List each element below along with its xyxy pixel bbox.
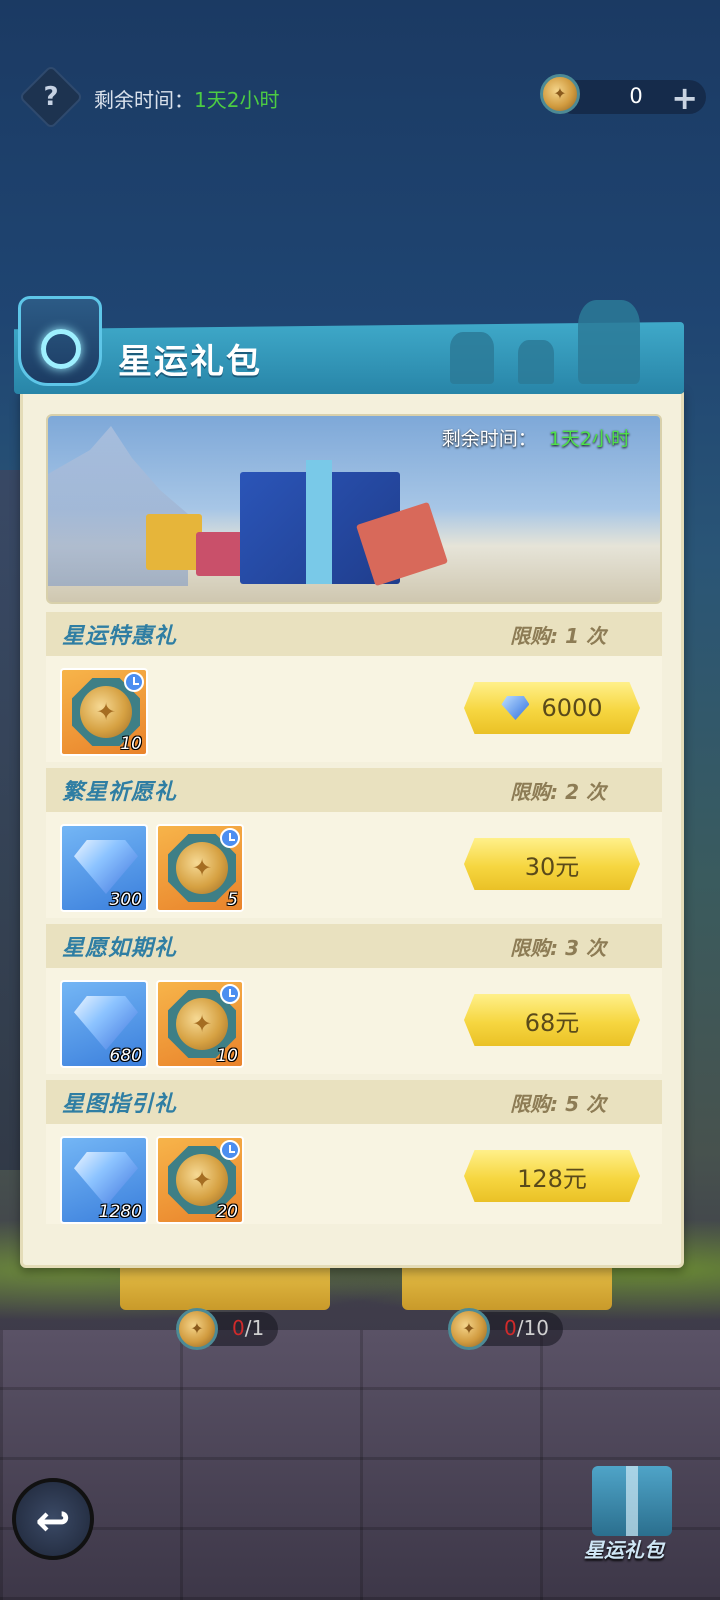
- pack-header: 星运特惠礼 限购: 1 次: [46, 612, 662, 656]
- pack-name: 繁星祈愿礼: [62, 780, 178, 805]
- remaining-time-label: 剩余时间：: [94, 88, 194, 112]
- remaining-time: 剩余时间：1天2小时: [94, 84, 279, 113]
- header-character-silhouettes: [440, 296, 670, 384]
- buy-button[interactable]: 68元: [464, 994, 640, 1046]
- pack-row: 星运特惠礼 限购: 1 次 10 6000: [46, 612, 662, 762]
- pack-header: 繁星祈愿礼 限购: 2 次: [46, 768, 662, 812]
- panel-emblem-icon: [18, 296, 102, 386]
- reward-item-star-token[interactable]: 10: [60, 668, 148, 756]
- progress-max: /10: [516, 1316, 549, 1340]
- pack-limit: 限购: 1 次: [510, 623, 606, 648]
- item-quantity: 1280: [98, 1202, 142, 1222]
- buy-price: 30元: [524, 852, 580, 881]
- pack-name: 星愿如期礼: [62, 936, 178, 961]
- pack-name: 星图指引礼: [62, 1092, 178, 1117]
- buy-button[interactable]: 30元: [464, 838, 640, 890]
- star-token-icon: [448, 1308, 490, 1350]
- help-button[interactable]: ?: [18, 64, 84, 130]
- progress-current: 0: [232, 1316, 245, 1340]
- pack-row: 星图指引礼 限购: 5 次 1280 20 128元: [46, 1080, 662, 1224]
- pack-limit: 限购: 2 次: [510, 779, 606, 804]
- star-token-icon: [540, 74, 580, 114]
- buy-price: 128元: [517, 1164, 587, 1193]
- reward-item-diamond[interactable]: 1280: [60, 1136, 148, 1224]
- item-quantity: 20: [216, 1202, 238, 1222]
- pack-header: 星愿如期礼 限购: 3 次: [46, 924, 662, 968]
- banner-time-value: 1天2小时: [548, 428, 630, 450]
- pack-row: 繁星祈愿礼 限购: 2 次 300 5 30元: [46, 768, 662, 918]
- item-quantity: 10: [216, 1046, 238, 1066]
- buy-button[interactable]: 128元: [464, 1150, 640, 1202]
- remaining-time-value: 1天2小时: [194, 88, 280, 112]
- pack-limit: 限购: 3 次: [510, 935, 606, 960]
- pack-row: 星愿如期礼 限购: 3 次 680 10 68元: [46, 924, 662, 1074]
- progress-max: /1: [244, 1316, 265, 1340]
- reward-item-diamond[interactable]: 680: [60, 980, 148, 1068]
- pack-body: 300 5 30元: [46, 812, 662, 918]
- clock-icon: [124, 672, 144, 692]
- diamond-icon: [74, 1152, 138, 1206]
- pack-body: 10 6000: [46, 656, 662, 762]
- buy-price: 68元: [524, 1008, 580, 1037]
- star-token-icon: [176, 1308, 218, 1350]
- back-button[interactable]: ↩: [12, 1478, 94, 1560]
- item-quantity: 5: [227, 890, 238, 910]
- gift-boxes-illustration: [146, 452, 449, 587]
- buy-price: 6000: [541, 694, 603, 722]
- buy-button[interactable]: 6000: [464, 682, 640, 734]
- pack-name: 星运特惠礼: [62, 624, 178, 649]
- item-quantity: 300: [109, 890, 142, 910]
- gift-entry-label[interactable]: 星运礼包: [584, 1534, 664, 1563]
- question-icon: ?: [43, 82, 59, 112]
- reward-item-star-token[interactable]: 10: [156, 980, 244, 1068]
- reward-item-star-token[interactable]: 20: [156, 1136, 244, 1224]
- diamond-icon: [501, 696, 530, 720]
- clock-icon: [220, 984, 240, 1004]
- banner-remaining-time: 剩余时间： 1天2小时: [442, 424, 630, 451]
- progress-current: 0: [504, 1316, 517, 1340]
- item-quantity: 10: [120, 734, 142, 754]
- gift-box-icon[interactable]: [592, 1466, 672, 1536]
- panel-title: 星运礼包: [118, 342, 262, 382]
- clock-icon: [220, 1140, 240, 1160]
- pack-banner: 剩余时间： 1天2小时: [46, 414, 662, 604]
- pack-body: 680 10 68元: [46, 968, 662, 1074]
- reward-item-star-token[interactable]: 5: [156, 824, 244, 912]
- back-arrow-icon: ↩: [35, 1496, 71, 1545]
- pack-body: 1280 20 128元: [46, 1124, 662, 1224]
- diamond-icon: [74, 996, 138, 1050]
- pack-limit: 限购: 5 次: [510, 1091, 606, 1116]
- add-currency-button[interactable]: +: [671, 79, 698, 117]
- reward-item-diamond[interactable]: 300: [60, 824, 148, 912]
- item-quantity: 680: [109, 1046, 142, 1066]
- clock-icon: [220, 828, 240, 848]
- banner-time-label: 剩余时间：: [441, 428, 537, 450]
- pack-header: 星图指引礼 限购: 5 次: [46, 1080, 662, 1124]
- diamond-icon: [74, 840, 138, 894]
